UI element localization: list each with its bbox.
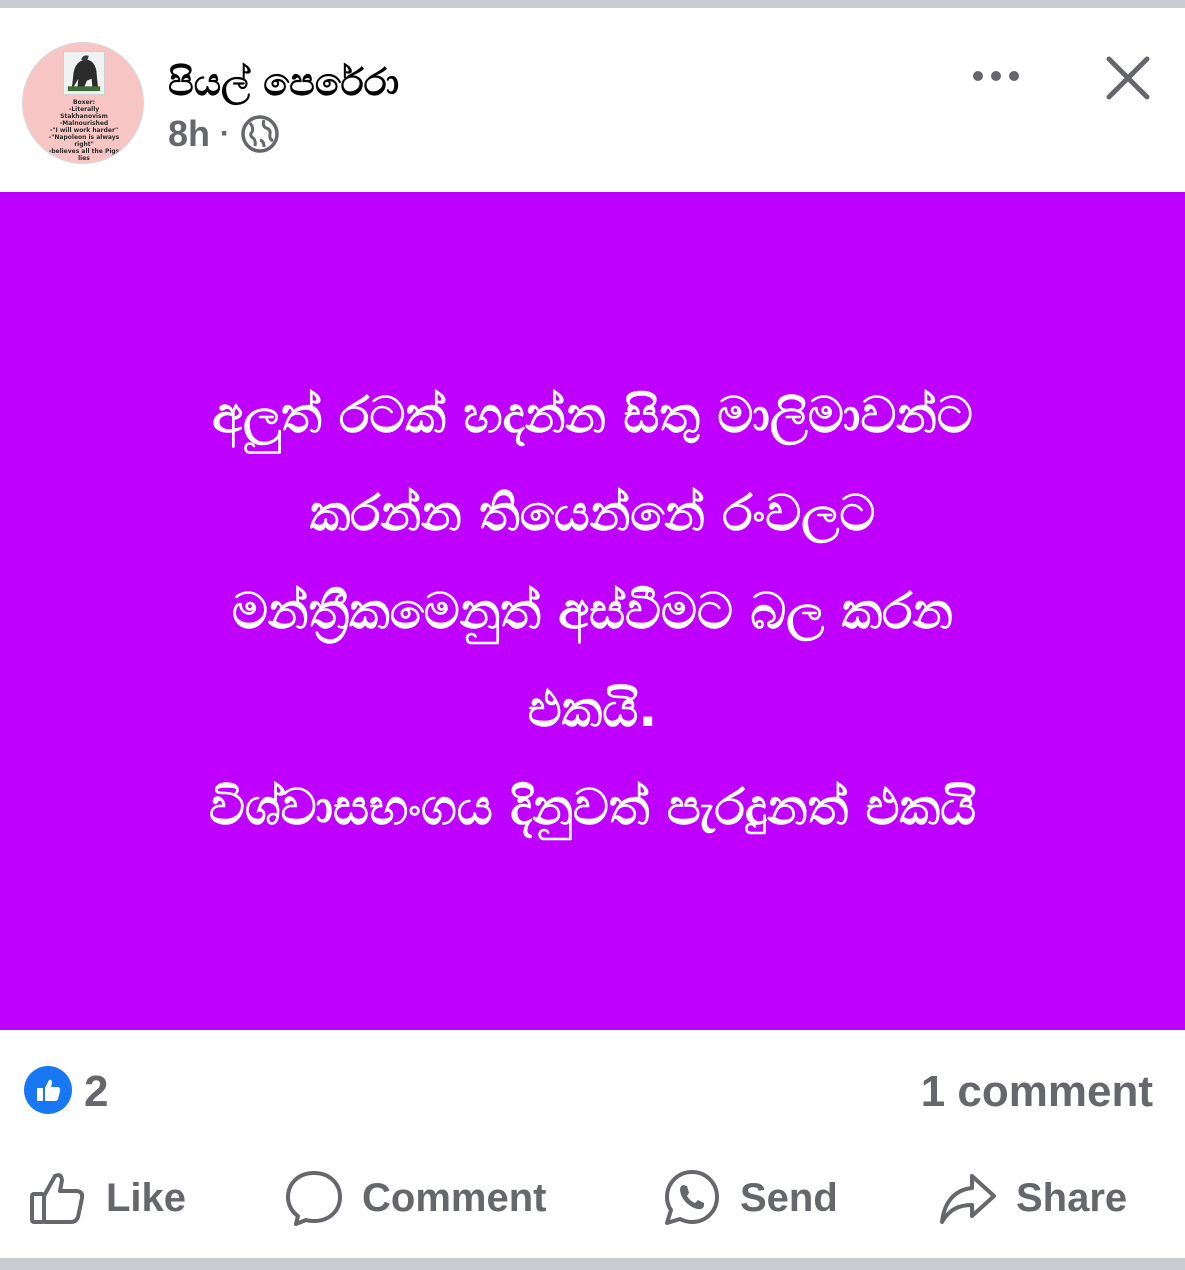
post-time[interactable]: 8h [168, 113, 210, 155]
share-label: Share [1016, 1175, 1128, 1220]
post-body: අලුත් රටක් හදන්න සිතු මාලිමාවන්ට කරන්න ත… [93, 366, 1093, 856]
more-options-button[interactable] [966, 56, 1026, 96]
meta-separator: · [220, 117, 231, 150]
send-button[interactable]: Send [662, 1166, 838, 1230]
avatar-caption-line: -believes all the Pigs [48, 148, 120, 155]
bottom-divider [0, 1258, 1185, 1270]
close-button[interactable] [1098, 48, 1158, 108]
avatar-caption: Boxer: -Literally Stakhanovism -Malnouri… [37, 99, 131, 162]
avatar-caption-line: right" [74, 141, 94, 148]
whatsapp-icon [665, 1170, 719, 1225]
post-line: එකයි. [527, 680, 658, 738]
post-header: Boxer: -Literally Stakhanovism -Malnouri… [0, 8, 1185, 192]
avatar-caption-line: Stakhanovism [60, 113, 108, 120]
avatar-caption-line: -Malnourished [59, 120, 109, 127]
avatar-caption-line: lies [78, 155, 90, 162]
author-name[interactable]: පියල් පෙරේරා [168, 60, 399, 104]
reactions-summary: 2 1 comment [0, 1030, 1185, 1148]
post-line: මන්ත්‍රීකමෙනුත් අස්වීමට බල කරන [231, 582, 954, 640]
avatar-caption-line: -Literally [68, 106, 100, 113]
share-arrow-icon [940, 1174, 996, 1224]
avatar-caption-line: -"I will work harder" [49, 127, 119, 134]
like-button[interactable]: Like [28, 1166, 186, 1230]
globe-icon [240, 114, 280, 154]
send-label: Send [740, 1175, 838, 1220]
thumbs-up-icon [37, 1079, 61, 1101]
avatar-photo-icon [63, 51, 105, 95]
avatar-caption-line: -"Napoleon is always [48, 134, 120, 141]
post-text-background: අලුත් රටක් හදන්න සිතු මාලිමාවන්ට කරන්න ත… [0, 192, 1185, 1030]
post-line: කරන්න තියෙන්නේ රංවලට [309, 484, 876, 542]
close-icon [1106, 56, 1150, 100]
post-line: අලුත් රටක් හදන්න සිතු මාලිමාවන්ට [212, 386, 973, 444]
share-button[interactable]: Share [938, 1166, 1127, 1230]
action-bar: Like Comment Send Share [0, 1148, 1185, 1252]
like-label: Like [106, 1175, 187, 1220]
comment-label: Comment [362, 1175, 547, 1220]
ellipsis-icon [973, 71, 1019, 81]
post-meta: 8h · [168, 113, 280, 155]
avatar-caption-line: Boxer: [73, 99, 95, 106]
comment-count[interactable]: 1 comment [921, 1068, 1153, 1116]
avatar[interactable]: Boxer: -Literally Stakhanovism -Malnouri… [22, 42, 144, 164]
like-count[interactable]: 2 [84, 1068, 108, 1116]
comment-bubble-icon [286, 1171, 342, 1226]
post-line: විශ්වාසභංගය දිනුවත් පැරදුනත් එකයි [208, 778, 977, 836]
comment-button[interactable]: Comment [284, 1166, 546, 1230]
like-reaction-icon[interactable] [24, 1066, 72, 1114]
thumbs-up-outline-icon [30, 1173, 85, 1224]
top-divider [0, 0, 1185, 8]
